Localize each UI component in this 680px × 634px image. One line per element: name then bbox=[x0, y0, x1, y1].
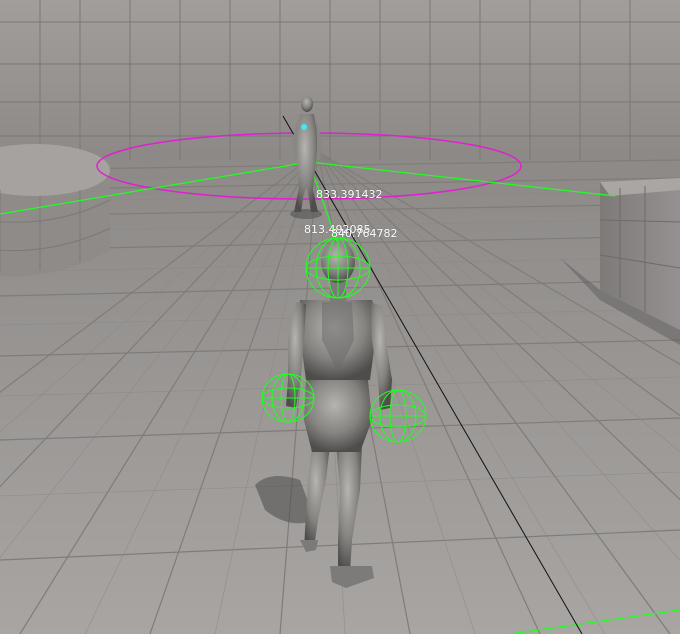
cylinder-platform bbox=[0, 144, 111, 277]
game-viewport[interactable]: 833.391432 813.492085 840.764782 bbox=[0, 0, 680, 634]
level-scene bbox=[0, 0, 680, 634]
debug-distance-label: 833.391432 bbox=[316, 188, 383, 201]
debug-distance-label: 840.764782 bbox=[331, 227, 398, 240]
cyan-head-icon bbox=[301, 124, 307, 130]
head-collision-sphere bbox=[305, 237, 371, 299]
back-wall bbox=[0, 0, 680, 165]
